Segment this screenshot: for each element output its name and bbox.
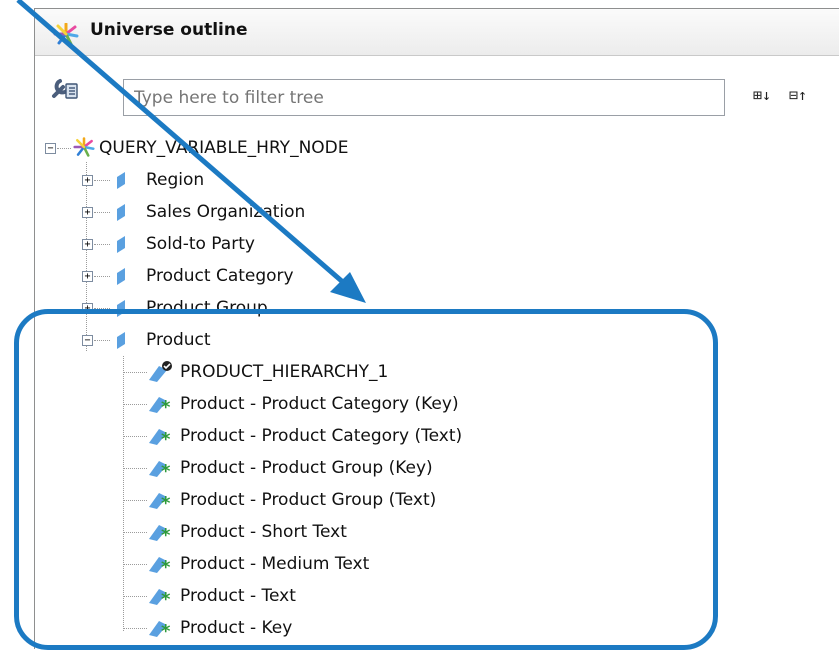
tree-connector	[123, 404, 147, 405]
svg-text:*: *	[161, 397, 171, 415]
tree-attribute-label: Product - Product Category (Text)	[180, 426, 463, 446]
expand-toggle-icon[interactable]: +	[82, 207, 93, 218]
expand-all-button[interactable]: ⊞↓	[753, 86, 771, 104]
tree-connector	[123, 356, 124, 631]
tree-dimension-label: Sales Organization	[146, 202, 306, 222]
expand-toggle-icon[interactable]: +	[82, 239, 93, 250]
tree-dimension-label: Product Group	[146, 298, 268, 318]
dimension-folder-icon	[115, 235, 127, 262]
tree-connector	[123, 628, 147, 629]
tree-connector	[94, 212, 110, 213]
tree-attribute-label: Product - Text	[180, 586, 296, 606]
dimension-folder-icon	[115, 203, 127, 230]
tree-connector	[123, 532, 147, 533]
dimension-folder-icon	[115, 171, 127, 198]
tree-attribute-label: Product - Key	[180, 618, 293, 638]
tree-connector	[57, 148, 71, 149]
tree-attribute-label: Product - Product Group (Text)	[180, 490, 437, 510]
collapse-toggle-icon[interactable]: −	[45, 143, 56, 154]
tree-connector	[86, 162, 87, 351]
tree-connector	[123, 500, 147, 501]
tree-connector	[123, 372, 147, 373]
universe-icon	[53, 22, 79, 49]
panel-header: Universe outline	[35, 9, 839, 56]
tree-attribute-label: Product - Product Category (Key)	[180, 394, 459, 414]
attribute-icon: *	[147, 553, 177, 582]
tree-dimension-label: Region	[146, 170, 205, 190]
attribute-icon: *	[147, 489, 177, 518]
collapse-toggle-icon[interactable]: −	[82, 335, 93, 346]
expand-toggle-icon[interactable]: +	[82, 271, 93, 282]
universe-tree: − QUERY_VARIABLE_HRY_NODE + Region + Sal…	[35, 134, 839, 649]
expand-toggle-icon[interactable]: +	[82, 303, 93, 314]
svg-text:*: *	[161, 621, 171, 639]
svg-text:*: *	[161, 493, 171, 511]
tree-connector	[94, 308, 110, 309]
tree-dimension-label: Product	[146, 330, 211, 350]
universe-icon	[73, 137, 95, 164]
filter-toolbar: ⊞↓ ⊟↑	[35, 56, 839, 126]
tree-connector	[123, 596, 147, 597]
tree-connector	[123, 564, 147, 565]
tree-dimension-label: Sold-to Party	[146, 234, 255, 254]
attribute-icon: *	[147, 585, 177, 614]
hierarchy-icon	[147, 360, 173, 389]
dimension-folder-icon	[115, 331, 127, 358]
svg-text:*: *	[161, 429, 171, 447]
tree-connector	[123, 436, 147, 437]
filter-tree-input[interactable]	[123, 79, 725, 116]
dimension-folder-icon	[115, 267, 127, 294]
svg-text:*: *	[161, 557, 171, 575]
svg-text:*: *	[161, 525, 171, 543]
universe-outline-panel: Universe outline ⊞↓ ⊟↑ −	[34, 8, 839, 649]
panel-title: Universe outline	[90, 20, 248, 40]
tree-root-label: QUERY_VARIABLE_HRY_NODE	[99, 138, 349, 158]
tree-attribute-label: Product - Short Text	[180, 522, 347, 542]
dimension-folder-icon	[115, 299, 127, 326]
wrench-icon[interactable]	[51, 76, 79, 106]
attribute-icon: *	[147, 521, 177, 550]
tree-connector	[94, 180, 110, 181]
svg-text:*: *	[161, 461, 171, 479]
tree-connector	[94, 244, 110, 245]
expand-toggle-icon[interactable]: +	[82, 175, 93, 186]
svg-text:*: *	[161, 589, 171, 607]
collapse-all-button[interactable]: ⊟↑	[789, 86, 807, 104]
tree-connector	[94, 340, 110, 341]
tree-attribute-label: Product - Product Group (Key)	[180, 458, 433, 478]
attribute-icon: *	[147, 617, 177, 646]
attribute-icon: *	[147, 457, 177, 486]
tree-connector	[123, 468, 147, 469]
attribute-icon: *	[147, 393, 177, 422]
attribute-icon: *	[147, 425, 177, 454]
tree-dimension-label: Product Category	[146, 266, 294, 286]
tree-connector	[94, 276, 110, 277]
tree-attribute-label: Product - Medium Text	[180, 554, 370, 574]
tree-hierarchy-label: PRODUCT_HIERARCHY_1	[180, 362, 389, 382]
